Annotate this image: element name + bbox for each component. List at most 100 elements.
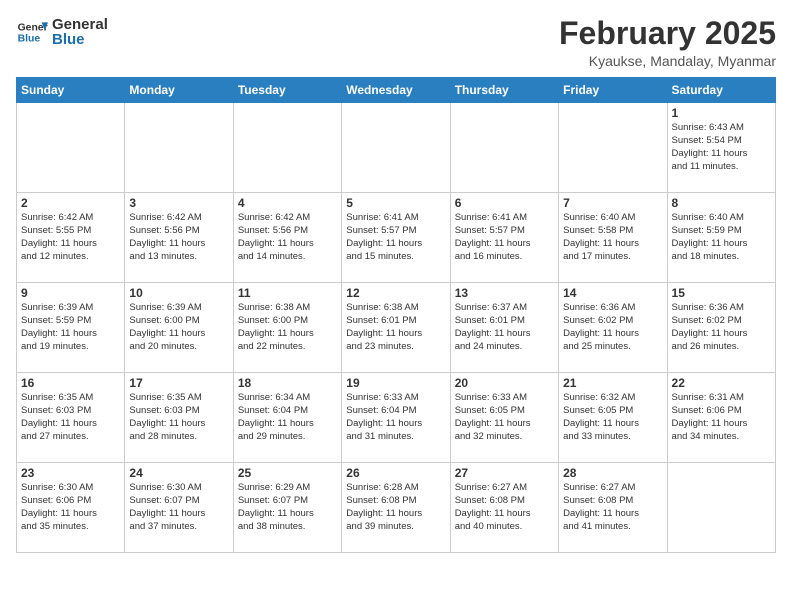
calendar-cell: 15Sunrise: 6:36 AM Sunset: 6:02 PM Dayli… — [667, 283, 775, 373]
title-block: February 2025 Kyaukse, Mandalay, Myanmar — [559, 16, 776, 69]
main-title: February 2025 — [559, 16, 776, 51]
day-info: Sunrise: 6:35 AM Sunset: 6:03 PM Dayligh… — [129, 392, 228, 443]
page-header: General Blue General Blue February 2025 … — [16, 16, 776, 69]
calendar-cell: 4 Sunrise: 6:42 AM Sunset: 5:56 PM Daylig… — [233, 193, 341, 283]
calendar-cell: 28 Sunrise: 6:27 AM Sunset: 6:08 PM Dayli… — [559, 463, 667, 553]
calendar-cell: 5 Sunrise: 6:41 AM Sunset: 5:57 PM Daylig… — [342, 193, 450, 283]
calendar-cell: 3Sunrise: 6:42 AM Sunset: 5:56 PM Daylig… — [125, 193, 233, 283]
calendar-cell: 25 Sunrise: 6:29 AM Sunset: 6:07 PM Dayli… — [233, 463, 341, 553]
day-info: Sunrise: 6:41 AM Sunset: 5:57 PM Dayligh… — [346, 212, 445, 263]
day-number: 13 — [455, 286, 554, 300]
day-info: Sunrise: 6:32 AM Sunset: 6:05 PM Dayligh… — [563, 392, 662, 443]
day-number: 14 — [563, 286, 662, 300]
day-number: 18 — [238, 376, 337, 390]
day-number: 23 — [21, 466, 120, 480]
day-info: Sunrise: 6:40 AM Sunset: 5:59 PM Dayligh… — [672, 212, 771, 263]
calendar-cell: 22 Sunrise: 6:31 AM Sunset: 6:06 PM Dayli… — [667, 373, 775, 463]
day-info: Sunrise: 6:42 AM Sunset: 5:56 PM Dayligh… — [238, 212, 337, 263]
day-info: Sunrise: 6:36 AM Sunset: 6:02 PM Dayligh… — [563, 302, 662, 353]
day-info: Sunrise: 6:43 AM Sunset: 5:54 PM Dayligh… — [672, 122, 771, 173]
day-info: Sunrise: 6:28 AM Sunset: 6:08 PM Dayligh… — [346, 482, 445, 533]
day-number: 24 — [129, 466, 228, 480]
day-number: 1 — [672, 106, 771, 120]
calendar-cell: 6Sunrise: 6:41 AM Sunset: 5:57 PM Daylig… — [450, 193, 558, 283]
calendar-cell: 13 Sunrise: 6:37 AM Sunset: 6:01 PM Dayli… — [450, 283, 558, 373]
calendar-header-friday: Friday — [559, 78, 667, 103]
day-info: Sunrise: 6:39 AM Sunset: 5:59 PM Dayligh… — [21, 302, 120, 353]
day-number: 12 — [346, 286, 445, 300]
calendar-cell: 17 Sunrise: 6:35 AM Sunset: 6:03 PM Dayli… — [125, 373, 233, 463]
logo-blue-text: Blue — [52, 32, 108, 47]
calendar-cell: 19 Sunrise: 6:33 AM Sunset: 6:04 PM Dayli… — [342, 373, 450, 463]
calendar-cell: 10 Sunrise: 6:39 AM Sunset: 6:00 PM Dayli… — [125, 283, 233, 373]
day-number: 5 — [346, 196, 445, 210]
calendar-cell: 26 Sunrise: 6:28 AM Sunset: 6:08 PM Dayli… — [342, 463, 450, 553]
day-info: Sunrise: 6:30 AM Sunset: 6:07 PM Dayligh… — [129, 482, 228, 533]
calendar-cell — [17, 103, 125, 193]
day-info: Sunrise: 6:37 AM Sunset: 6:01 PM Dayligh… — [455, 302, 554, 353]
calendar-cell: 18 Sunrise: 6:34 AM Sunset: 6:04 PM Dayli… — [233, 373, 341, 463]
day-number: 7 — [563, 196, 662, 210]
calendar-header-thursday: Thursday — [450, 78, 558, 103]
day-number: 25 — [238, 466, 337, 480]
calendar-table: SundayMondayTuesdayWednesdayThursdayFrid… — [16, 77, 776, 553]
day-info: Sunrise: 6:30 AM Sunset: 6:06 PM Dayligh… — [21, 482, 120, 533]
calendar-week-row: 23 Sunrise: 6:30 AM Sunset: 6:06 PM Dayli… — [17, 463, 776, 553]
calendar-cell: 11Sunrise: 6:38 AM Sunset: 6:00 PM Dayli… — [233, 283, 341, 373]
day-number: 2 — [21, 196, 120, 210]
day-info: Sunrise: 6:33 AM Sunset: 6:05 PM Dayligh… — [455, 392, 554, 443]
day-info: Sunrise: 6:40 AM Sunset: 5:58 PM Dayligh… — [563, 212, 662, 263]
calendar-cell — [559, 103, 667, 193]
day-number: 16 — [21, 376, 120, 390]
calendar-header-tuesday: Tuesday — [233, 78, 341, 103]
calendar-cell — [667, 463, 775, 553]
calendar-cell — [342, 103, 450, 193]
day-info: Sunrise: 6:34 AM Sunset: 6:04 PM Dayligh… — [238, 392, 337, 443]
day-number: 28 — [563, 466, 662, 480]
calendar-cell: 9 Sunrise: 6:39 AM Sunset: 5:59 PM Daylig… — [17, 283, 125, 373]
calendar-week-row: 2 Sunrise: 6:42 AM Sunset: 5:55 PM Daylig… — [17, 193, 776, 283]
day-info: Sunrise: 6:38 AM Sunset: 6:00 PM Dayligh… — [238, 302, 337, 353]
day-number: 22 — [672, 376, 771, 390]
day-number: 10 — [129, 286, 228, 300]
day-info: Sunrise: 6:27 AM Sunset: 6:08 PM Dayligh… — [563, 482, 662, 533]
calendar-cell: 16 Sunrise: 6:35 AM Sunset: 6:03 PM Dayli… — [17, 373, 125, 463]
day-number: 27 — [455, 466, 554, 480]
day-number: 21 — [563, 376, 662, 390]
calendar-cell: 24 Sunrise: 6:30 AM Sunset: 6:07 PM Dayli… — [125, 463, 233, 553]
logo-general-text: General — [52, 17, 108, 32]
day-info: Sunrise: 6:29 AM Sunset: 6:07 PM Dayligh… — [238, 482, 337, 533]
day-number: 4 — [238, 196, 337, 210]
calendar-cell: 12 Sunrise: 6:38 AM Sunset: 6:01 PM Dayli… — [342, 283, 450, 373]
day-number: 19 — [346, 376, 445, 390]
day-number: 17 — [129, 376, 228, 390]
calendar-cell: 8Sunrise: 6:40 AM Sunset: 5:59 PM Daylig… — [667, 193, 775, 283]
calendar-week-row: 1 Sunrise: 6:43 AM Sunset: 5:54 PM Daylig… — [17, 103, 776, 193]
calendar-header-row: SundayMondayTuesdayWednesdayThursdayFrid… — [17, 78, 776, 103]
calendar-week-row: 9 Sunrise: 6:39 AM Sunset: 5:59 PM Daylig… — [17, 283, 776, 373]
day-info: Sunrise: 6:33 AM Sunset: 6:04 PM Dayligh… — [346, 392, 445, 443]
svg-text:Blue: Blue — [18, 34, 41, 45]
calendar-header-wednesday: Wednesday — [342, 78, 450, 103]
day-number: 26 — [346, 466, 445, 480]
day-number: 6 — [455, 196, 554, 210]
calendar-cell: 2 Sunrise: 6:42 AM Sunset: 5:55 PM Daylig… — [17, 193, 125, 283]
subtitle: Kyaukse, Mandalay, Myanmar — [559, 53, 776, 69]
calendar-cell: 27Sunrise: 6:27 AM Sunset: 6:08 PM Dayli… — [450, 463, 558, 553]
calendar-cell — [450, 103, 558, 193]
logo: General Blue General Blue — [16, 16, 108, 48]
day-info: Sunrise: 6:42 AM Sunset: 5:55 PM Dayligh… — [21, 212, 120, 263]
day-number: 9 — [21, 286, 120, 300]
day-info: Sunrise: 6:36 AM Sunset: 6:02 PM Dayligh… — [672, 302, 771, 353]
calendar-cell: 20Sunrise: 6:33 AM Sunset: 6:05 PM Dayli… — [450, 373, 558, 463]
calendar-cell — [125, 103, 233, 193]
day-info: Sunrise: 6:31 AM Sunset: 6:06 PM Dayligh… — [672, 392, 771, 443]
calendar-header-monday: Monday — [125, 78, 233, 103]
day-info: Sunrise: 6:39 AM Sunset: 6:00 PM Dayligh… — [129, 302, 228, 353]
logo-icon: General Blue — [16, 16, 48, 48]
calendar-header-saturday: Saturday — [667, 78, 775, 103]
day-info: Sunrise: 6:35 AM Sunset: 6:03 PM Dayligh… — [21, 392, 120, 443]
day-info: Sunrise: 6:38 AM Sunset: 6:01 PM Dayligh… — [346, 302, 445, 353]
calendar-cell: 21 Sunrise: 6:32 AM Sunset: 6:05 PM Dayli… — [559, 373, 667, 463]
day-info: Sunrise: 6:42 AM Sunset: 5:56 PM Dayligh… — [129, 212, 228, 263]
